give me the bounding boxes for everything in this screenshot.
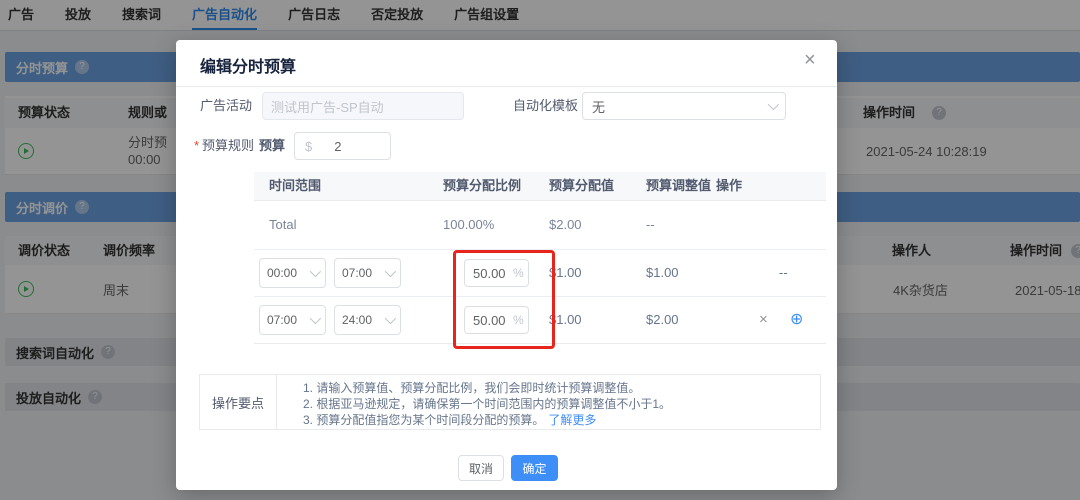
ratio-input-group: % <box>464 259 529 287</box>
table-row: 00:00 07:00 % $1.00 $1.00 -- <box>254 250 826 297</box>
template-label: 自动化模板 <box>513 92 578 120</box>
tips-content: 1. 请输入预算值、预算分配比例，我们会即时统计预算调整值。 2. 根据亚马逊规… <box>277 375 671 429</box>
tips-box: 操作要点 1. 请输入预算值、预算分配比例，我们会即时统计预算调整值。 2. 根… <box>199 374 821 430</box>
divider <box>176 86 837 87</box>
col-adjust-value: 预算调整值 <box>646 172 711 200</box>
chevron-down-icon <box>310 313 321 324</box>
edit-hourly-budget-modal: 编辑分时预算 × 广告活动 自动化模板 无 * 预算规则 预算 $ 时间范围 预… <box>176 40 837 490</box>
chevron-down-icon <box>310 266 321 277</box>
table-row: 07:00 24:00 % $1.00 $2.00 × ⊕ <box>254 297 826 344</box>
tips-label: 操作要点 <box>200 375 277 429</box>
ratio-input[interactable] <box>465 313 513 328</box>
campaign-label: 广告活动 <box>200 92 252 120</box>
campaign-input[interactable] <box>262 92 464 120</box>
table-header-row: 时间范围 预算分配比例 预算分配值 预算调整值 操作 <box>254 172 826 201</box>
app-root: 广告 投放 搜索词 广告自动化 广告日志 否定投放 广告组设置 分时预算 ? 预… <box>0 0 1080 500</box>
tip-line: 1. 请输入预算值、预算分配比例，我们会即时统计预算调整值。 <box>303 380 671 396</box>
col-actions: 操作 <box>716 172 742 200</box>
budget-input-group: $ <box>294 132 391 160</box>
start-time-select[interactable]: 07:00 <box>259 305 326 335</box>
total-label: Total <box>269 201 296 249</box>
cancel-button[interactable]: 取消 <box>458 455 504 481</box>
percent-unit: % <box>513 266 524 280</box>
close-icon[interactable]: × <box>804 48 816 72</box>
end-time-select[interactable]: 24:00 <box>334 305 401 335</box>
col-allocation-ratio: 预算分配比例 <box>443 172 521 200</box>
start-time-value: 07:00 <box>267 313 297 327</box>
chevron-down-icon <box>768 99 779 110</box>
start-time-select[interactable]: 00:00 <box>259 258 326 288</box>
chevron-down-icon <box>385 266 396 277</box>
remove-row-icon[interactable]: × <box>759 297 768 343</box>
alloc-value: $1.00 <box>549 297 582 343</box>
ratio-input[interactable] <box>465 266 513 281</box>
currency-symbol: $ <box>305 139 312 154</box>
tip-line-text: 3. 预算分配值指您为某个时间段分配的预算。 <box>303 413 544 427</box>
confirm-button[interactable]: 确定 <box>511 455 558 481</box>
total-adjust: -- <box>646 201 655 249</box>
modal-title: 编辑分时预算 <box>200 53 296 77</box>
percent-unit: % <box>513 313 524 327</box>
budget-label: 预算 <box>259 132 285 160</box>
template-select[interactable]: 无 <box>582 92 786 120</box>
ratio-input-group: % <box>464 306 529 334</box>
template-select-value: 无 <box>592 97 605 116</box>
adjust-value: $2.00 <box>646 297 679 343</box>
budget-rule-label: 预算规则 <box>202 132 254 160</box>
end-time-select[interactable]: 07:00 <box>334 258 401 288</box>
tip-line: 2. 根据亚马逊规定，请确保第一个时间范围内的预算调整值不小于1。 <box>303 396 671 412</box>
budget-allocation-table: 时间范围 预算分配比例 预算分配值 预算调整值 操作 Total 100.00%… <box>254 172 826 344</box>
required-asterisk: * <box>194 132 199 160</box>
end-time-value: 24:00 <box>342 313 372 327</box>
chevron-down-icon <box>385 313 396 324</box>
learn-more-link[interactable]: 了解更多 <box>548 413 596 427</box>
adjust-value: $1.00 <box>646 250 679 296</box>
alloc-value: $1.00 <box>549 250 582 296</box>
tip-line: 3. 预算分配值指您为某个时间段分配的预算。了解更多 <box>303 412 671 428</box>
total-alloc: $2.00 <box>549 201 582 249</box>
end-time-value: 07:00 <box>342 266 372 280</box>
start-time-value: 00:00 <box>267 266 297 280</box>
total-ratio: 100.00% <box>443 201 494 249</box>
add-row-icon[interactable]: ⊕ <box>790 297 803 343</box>
col-allocation-value: 预算分配值 <box>549 172 614 200</box>
table-total-row: Total 100.00% $2.00 -- <box>254 201 826 250</box>
budget-input[interactable] <box>334 139 374 154</box>
action-placeholder: -- <box>779 250 788 296</box>
col-time-range: 时间范围 <box>269 172 321 200</box>
